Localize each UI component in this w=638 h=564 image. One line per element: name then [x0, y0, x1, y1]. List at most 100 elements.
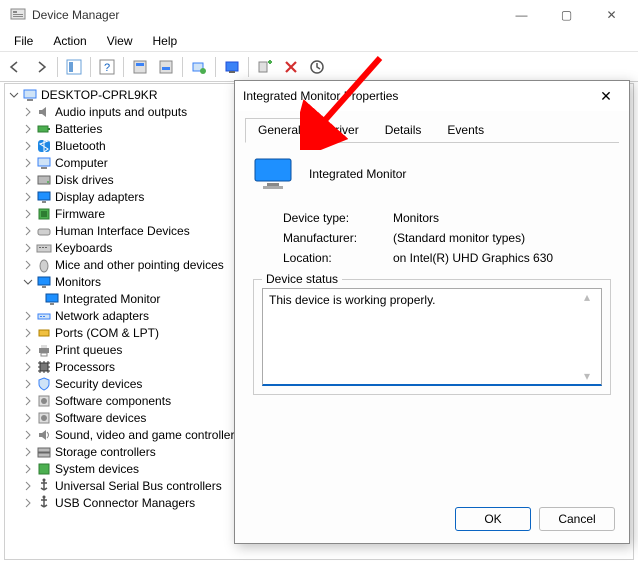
- manufacturer-value: (Standard monitor types): [393, 231, 525, 245]
- device-status-textbox[interactable]: This device is working properly. ▴ ▾: [262, 288, 602, 386]
- category-icon: [36, 444, 52, 460]
- category-icon: [36, 138, 52, 154]
- category-icon: [36, 325, 52, 341]
- device-type-label: Device type:: [283, 211, 393, 225]
- expand-icon[interactable]: [21, 428, 35, 442]
- properties-dialog: Integrated Monitor Properties ✕ General …: [234, 80, 630, 544]
- tab-events[interactable]: Events: [434, 118, 497, 143]
- expand-icon[interactable]: [21, 462, 35, 476]
- forward-button[interactable]: [29, 55, 53, 79]
- dialog-close-button[interactable]: ✕: [591, 88, 621, 105]
- category-icon: [36, 308, 52, 324]
- menubar: File Action View Help: [0, 30, 638, 52]
- category-icon: [36, 257, 52, 273]
- show-hide-tree-button[interactable]: [62, 55, 86, 79]
- close-button[interactable]: ✕: [589, 0, 634, 30]
- category-icon: [36, 495, 52, 511]
- help-toolbar-button[interactable]: ?: [95, 55, 119, 79]
- device-status-text: This device is working properly.: [269, 293, 436, 307]
- category-icon: [36, 189, 52, 205]
- scrollbar[interactable]: ▴ ▾: [584, 290, 600, 383]
- expand-icon[interactable]: [21, 479, 35, 493]
- expand-icon[interactable]: [21, 258, 35, 272]
- expand-icon[interactable]: [21, 360, 35, 374]
- category-icon: [36, 410, 52, 426]
- menu-help[interactable]: Help: [143, 32, 188, 50]
- tree-item-label: Storage controllers: [55, 445, 156, 459]
- collapse-icon[interactable]: [7, 88, 21, 102]
- remove-device-button[interactable]: [279, 55, 303, 79]
- tab-details[interactable]: Details: [372, 118, 435, 143]
- tab-general[interactable]: General: [245, 118, 314, 143]
- dialog-buttons: OK Cancel: [455, 507, 615, 531]
- category-icon: [36, 478, 52, 494]
- expand-icon[interactable]: [21, 173, 35, 187]
- expand-icon[interactable]: [21, 139, 35, 153]
- toolbar-icon-a[interactable]: [128, 55, 152, 79]
- computer-icon: [22, 87, 38, 103]
- scroll-down-icon[interactable]: ▾: [584, 369, 600, 383]
- tree-item-label: Human Interface Devices: [55, 224, 190, 238]
- category-icon: [36, 427, 52, 443]
- expand-icon[interactable]: [21, 496, 35, 510]
- category-icon: [36, 155, 52, 171]
- expand-icon[interactable]: [21, 190, 35, 204]
- tree-item-label: Firmware: [55, 207, 105, 221]
- expand-icon[interactable]: [21, 207, 35, 221]
- category-icon: [36, 223, 52, 239]
- category-icon: [36, 172, 52, 188]
- tree-item-label: System devices: [55, 462, 139, 476]
- tree-item-label: Mice and other pointing devices: [55, 258, 224, 272]
- expand-icon[interactable]: [21, 394, 35, 408]
- expand-icon[interactable]: [21, 122, 35, 136]
- tree-item-label: Keyboards: [55, 241, 112, 255]
- menu-action[interactable]: Action: [43, 32, 96, 50]
- tree-item-label: Ports (COM & LPT): [55, 326, 159, 340]
- tree-item-label: Software components: [55, 394, 171, 408]
- expand-icon[interactable]: [21, 377, 35, 391]
- tab-body-general: Integrated Monitor Device type: Monitors…: [235, 143, 629, 409]
- back-button[interactable]: [3, 55, 27, 79]
- tree-item-label: Software devices: [55, 411, 146, 425]
- expand-icon[interactable]: [21, 445, 35, 459]
- device-status-legend: Device status: [262, 272, 342, 286]
- toolbar-icon-c[interactable]: [187, 55, 211, 79]
- expand-icon[interactable]: [21, 309, 35, 323]
- expand-icon[interactable]: [21, 224, 35, 238]
- category-icon: [36, 342, 52, 358]
- location-label: Location:: [283, 251, 393, 265]
- cancel-button[interactable]: Cancel: [539, 507, 615, 531]
- minimize-button[interactable]: —: [499, 0, 544, 30]
- menu-file[interactable]: File: [4, 32, 43, 50]
- device-status-group: Device status This device is working pro…: [253, 279, 611, 395]
- tree-item-label: Disk drives: [55, 173, 114, 187]
- expand-icon[interactable]: [21, 275, 35, 289]
- expand-icon[interactable]: [21, 343, 35, 357]
- scroll-up-icon[interactable]: ▴: [584, 290, 600, 304]
- tree-item-label: Computer: [55, 156, 108, 170]
- category-icon: [36, 393, 52, 409]
- tree-item-label: Audio inputs and outputs: [55, 105, 187, 119]
- dialog-tabs: General Driver Details Events: [245, 117, 619, 143]
- tree-item-label: Processors: [55, 360, 115, 374]
- update-settings-button[interactable]: [305, 55, 329, 79]
- add-device-button[interactable]: [253, 55, 277, 79]
- maximize-button[interactable]: ▢: [544, 0, 589, 30]
- expand-icon[interactable]: [21, 156, 35, 170]
- ok-button[interactable]: OK: [455, 507, 531, 531]
- expand-icon[interactable]: [21, 411, 35, 425]
- toolbar: ?: [0, 52, 638, 82]
- menu-view[interactable]: View: [97, 32, 143, 50]
- toolbar-icon-b[interactable]: [154, 55, 178, 79]
- tree-item-label: Print queues: [55, 343, 122, 357]
- manufacturer-label: Manufacturer:: [283, 231, 393, 245]
- tree-item-label: Monitors: [55, 275, 101, 289]
- expand-icon[interactable]: [21, 105, 35, 119]
- dialog-titlebar[interactable]: Integrated Monitor Properties ✕: [235, 81, 629, 111]
- category-icon: [36, 121, 52, 137]
- tab-driver[interactable]: Driver: [314, 118, 372, 143]
- tree-child-label: Integrated Monitor: [63, 292, 160, 306]
- expand-icon[interactable]: [21, 326, 35, 340]
- expand-icon[interactable]: [21, 241, 35, 255]
- scan-hardware-button[interactable]: [220, 55, 244, 79]
